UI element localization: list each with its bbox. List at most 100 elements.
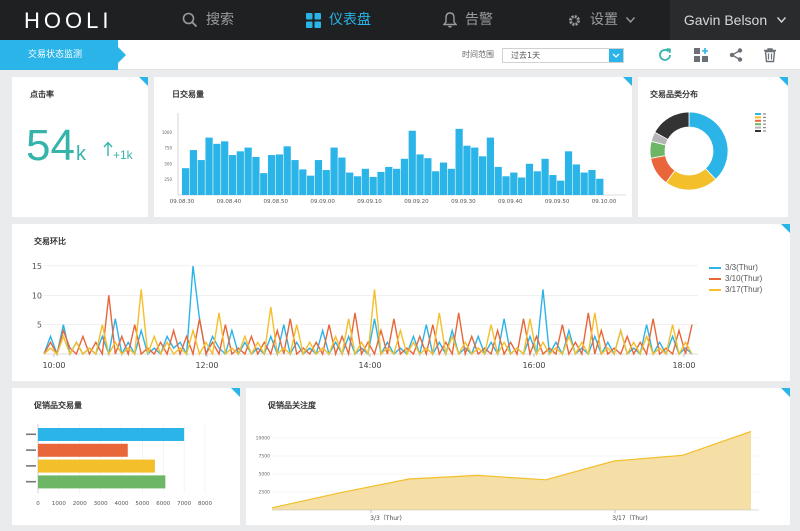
daily-bar [244, 147, 252, 195]
x-tick-label: 18:00 [672, 361, 695, 370]
daily-bar [377, 171, 385, 195]
daily-bar [463, 145, 471, 195]
donut-slice [688, 111, 729, 180]
nav-search[interactable]: 搜索 [182, 0, 234, 40]
promo-bar [38, 459, 155, 473]
user-name: Gavin Belson [683, 12, 768, 28]
nav-alerts[interactable]: 告警 [443, 0, 493, 40]
promo-volume-card: 促销品交易量 0 1000 2000 3000 4000 5000 6000 7000 8000 [12, 388, 240, 525]
promo-bar [38, 443, 128, 457]
y-tick-label: 7500 [259, 454, 271, 460]
daily-volume-chart: 250 500 750 1000 09.08.30 09.08.40 09.08.50 09.… [162, 113, 626, 205]
y-tick-label: 15 [32, 262, 42, 271]
x-tick-label: 3/3（Thur) [370, 515, 402, 522]
gear-icon [569, 14, 580, 26]
daily-bar [471, 147, 479, 195]
legend-text-placeholder [763, 113, 766, 115]
attention-area [272, 431, 751, 510]
donut-slice [654, 111, 690, 140]
nav-dashboard-label: 仪表盘 [329, 12, 371, 28]
legend-swatch [755, 113, 761, 115]
daily-bar [541, 158, 549, 195]
legend-swatch [755, 119, 761, 122]
daily-bar [228, 155, 237, 195]
clicks-delta: +1k [113, 148, 133, 162]
x-tick-label: 2000 [73, 501, 87, 507]
daily-bar [267, 155, 276, 195]
clicks-value: 54 [26, 121, 75, 170]
refresh-icon[interactable] [657, 47, 673, 63]
clicks-unit: k [76, 143, 86, 165]
daily-bar [525, 163, 534, 195]
legend-item-3-10: 3/10(Thur) [709, 274, 762, 283]
category-card: 交易品类分布 [638, 77, 788, 217]
breadcrumb[interactable]: 交易状态监测 [0, 40, 126, 70]
promo-bar [38, 428, 185, 441]
add-widget-icon[interactable] [693, 47, 709, 63]
daily-bar [424, 158, 432, 195]
daily-bar [299, 169, 307, 195]
y-tick-label: 10 [32, 291, 42, 300]
user-menu[interactable]: Gavin Belson [670, 0, 800, 40]
daily-bar [400, 158, 409, 195]
legend-swatch [755, 123, 761, 126]
nav-dashboard[interactable]: 仪表盘 [306, 0, 371, 40]
daily-bar [455, 128, 463, 195]
daily-bar [221, 141, 229, 195]
daily-bar [478, 156, 487, 195]
category-label-placeholder [26, 480, 36, 483]
x-tick-label: 12:00 [195, 361, 218, 370]
daily-bar [182, 168, 190, 195]
daily-bar [596, 178, 604, 195]
promo-volume-chart: 0 1000 2000 3000 4000 5000 6000 7000 8000 [26, 424, 212, 507]
time-range-select[interactable]: 过去1天 [502, 48, 624, 63]
trash-icon[interactable] [762, 47, 778, 63]
daily-bar [439, 162, 448, 195]
legend-swatch [755, 116, 761, 119]
ring-compare-card: 交易环比 5 10 15 10:00 12:00 14:00 16:00 18:00 3/3(… [12, 224, 790, 381]
series-line [43, 289, 693, 357]
daily-bar [408, 130, 416, 195]
daily-bar [588, 170, 596, 195]
time-range-value: 过去1天 [511, 51, 541, 60]
x-tick-label: 09.08.50 [264, 199, 289, 205]
y-tick-label: 2500 [259, 490, 271, 496]
legend-swatch [755, 130, 761, 132]
x-tick-label: 1000 [52, 501, 66, 507]
nav-settings-label: 设置 [590, 12, 618, 28]
legend-item-3-3: 3/3(Thur) [709, 263, 758, 272]
daily-bar [549, 175, 557, 195]
x-tick-label: 8000 [198, 501, 212, 507]
x-tick-label: 09.08.30 [170, 199, 195, 205]
y-tick-label: 250 [164, 177, 172, 182]
category-label-placeholder [26, 465, 36, 467]
legend-text-placeholder [763, 130, 766, 132]
x-tick-label: 09.09.40 [498, 199, 523, 205]
dashboard-icon [306, 12, 321, 28]
category-donut-chart [649, 111, 766, 191]
legend-text-placeholder [763, 123, 766, 125]
nav-settings[interactable]: 设置 [567, 0, 635, 40]
chevron-down-icon [777, 17, 787, 23]
daily-bar [580, 172, 588, 195]
daily-bar [236, 151, 244, 195]
daily-bar [564, 151, 573, 195]
y-tick-label: 10000 [256, 436, 270, 442]
legend-item-3-17: 3/17(Thur) [709, 285, 762, 294]
daily-bar [338, 157, 346, 195]
series-line [43, 265, 693, 357]
daily-bar [393, 168, 401, 195]
daily-bar [283, 146, 291, 195]
dashboard-toolbar: 交易状态监测 时间范围 过去1天 [0, 40, 800, 70]
daily-volume-card: 日交易量 250 500 750 1000 09.08.30 09.08.40 09.08.… [154, 77, 632, 217]
x-tick-label: 09.09.20 [404, 199, 429, 205]
daily-bar [486, 137, 494, 195]
nav-alerts-label: 告警 [465, 12, 493, 28]
daily-bar [533, 171, 541, 195]
y-tick-label: 500 [164, 161, 172, 166]
share-icon[interactable] [728, 47, 744, 63]
daily-bar [510, 172, 518, 195]
ring-compare-chart: 5 10 15 10:00 12:00 14:00 16:00 18:00 [32, 262, 698, 370]
hooli-logo[interactable]: HOOLI [24, 8, 112, 34]
daily-bar [213, 143, 221, 195]
